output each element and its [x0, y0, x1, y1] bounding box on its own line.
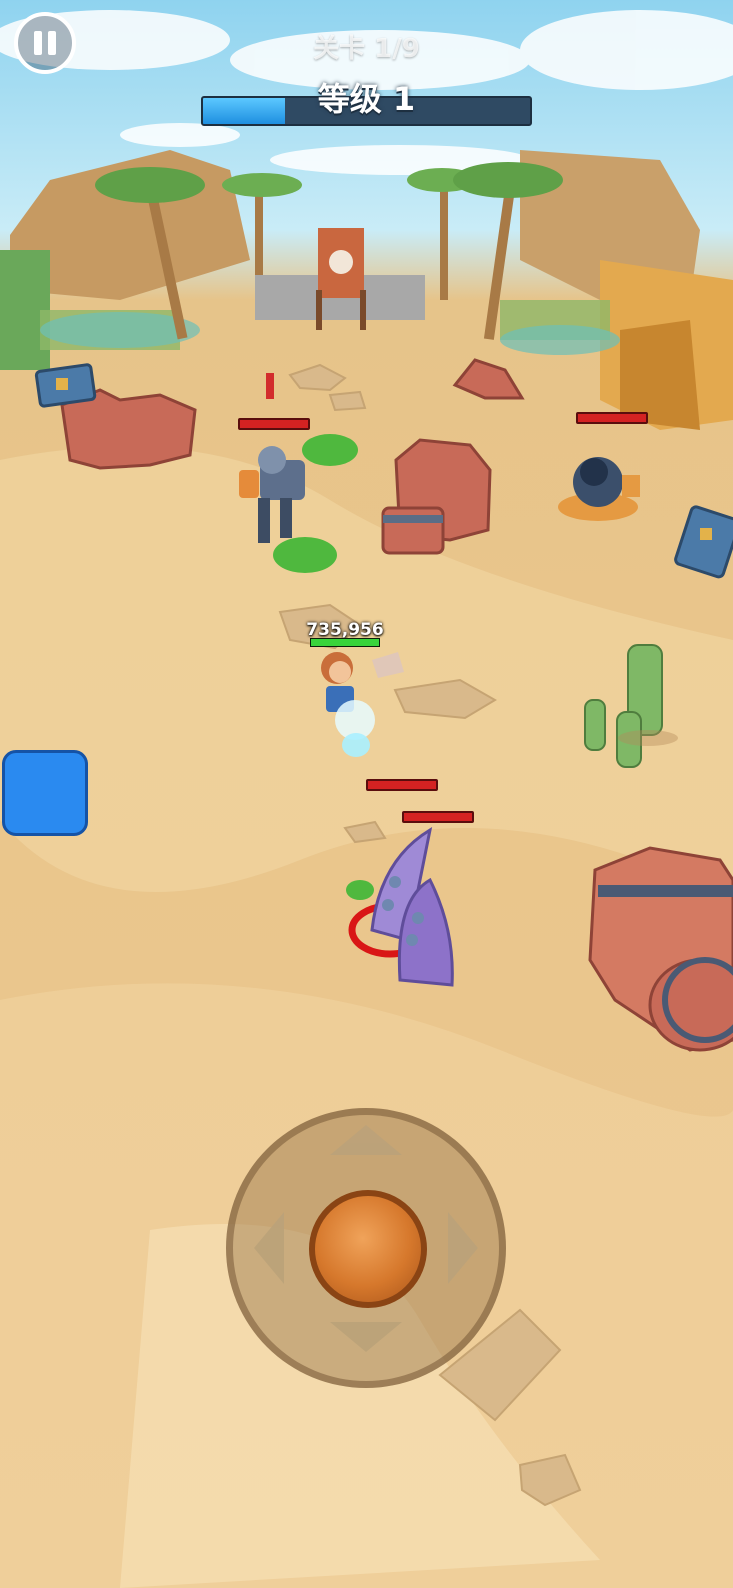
- stage-label: 关卡 1/9: [313, 34, 420, 64]
- skull-banner-gate: [255, 228, 425, 330]
- enemy-hp-bar-tentacle-1: [366, 779, 438, 791]
- joystick-knob[interactable]: [309, 1190, 427, 1308]
- cannon-turret: [558, 457, 640, 521]
- skill-button[interactable]: [2, 750, 88, 836]
- player-hp-bar: [310, 638, 380, 647]
- purple-tentacle: [348, 826, 454, 987]
- enemy-hp-bar-cannon: [576, 412, 648, 424]
- game-scene: 735,956 关卡 1/9 等级 1: [0, 0, 733, 1588]
- level-label: 等级 1: [317, 80, 416, 118]
- player-hp-text: 735,956: [306, 620, 384, 640]
- enemy-hp-bar-knight: [238, 418, 310, 430]
- sand-paths: [0, 446, 733, 1588]
- player-hp-fill: [311, 639, 379, 646]
- enemy-hp-bar-tentacle-2: [402, 811, 474, 823]
